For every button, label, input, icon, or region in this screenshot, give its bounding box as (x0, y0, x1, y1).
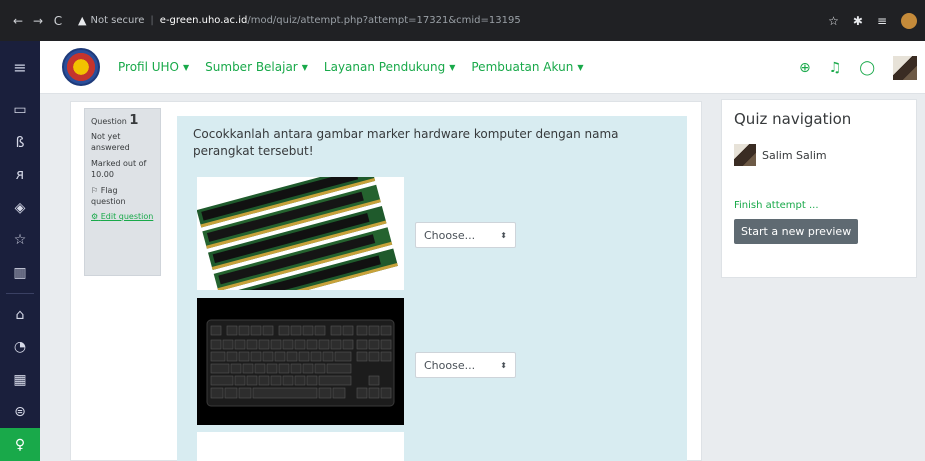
nav-drawer: ▭ ß ᴙ ◈ ☆ ▥ ⌂ ◔ ▦ ⊜ ♀ (0, 94, 40, 461)
question-prefix: Question (91, 117, 127, 126)
menu-label: Sumber Belajar (205, 60, 298, 74)
quiz-navigation-block: Quiz navigation Salim Salim Finish attem… (721, 99, 917, 278)
ram-image (197, 177, 404, 290)
user-avatar (734, 144, 756, 166)
answer-select-2[interactable]: Choose... ⬍ (415, 352, 516, 378)
question-info: Question 1 Not yet answered Marked out o… (84, 108, 161, 276)
not-secure-label: Not secure (90, 15, 145, 26)
menu-label: Layanan Pendukung (323, 60, 446, 74)
ram-sticks-drawing (197, 177, 404, 290)
menu-label: Pembuatan Akun (471, 60, 574, 74)
user-name: Salim Salim (762, 148, 827, 162)
select-arrows-icon: ⬍ (500, 230, 507, 240)
extensions-icon[interactable]: ✱ (853, 14, 863, 28)
flag-icon: ⚐ (91, 186, 99, 195)
select-value: Choose... (424, 358, 476, 372)
reading-list-icon[interactable]: ≡ (877, 14, 887, 28)
flag-question-link[interactable]: ⚐ Flag question (91, 185, 154, 207)
question-text: Cocokkanlah antara gambar marker hardwar… (193, 127, 619, 158)
browser-toolbar: ← → C ▲ Not secure | e-green.uho.ac.id /… (0, 0, 925, 41)
third-image (197, 432, 404, 461)
dashboard-icon[interactable]: ◔ (0, 331, 40, 364)
primary-menu: Profil UHO ▼ Sumber Belajar ▼ Layanan Pe… (118, 60, 583, 74)
notifications-bell-icon[interactable]: ♫ (829, 60, 842, 76)
url-path[interactable]: /mod/quiz/attempt.php?attempt=17321&cmid… (247, 15, 520, 26)
warning-icon: ▲ (78, 14, 87, 27)
folder-icon[interactable]: ▭ (0, 94, 40, 127)
participants-icon[interactable]: ß (0, 127, 40, 160)
sidebar-divider (6, 293, 34, 295)
bookmark-star-icon[interactable]: ☆ (828, 14, 839, 28)
current-course-icon[interactable]: ♀ (0, 428, 40, 461)
keyboard-drawing (197, 298, 404, 425)
question-grade: Marked out of 10.00 (91, 159, 147, 179)
grades-star-icon[interactable]: ☆ (0, 224, 40, 257)
home-icon[interactable]: ⌂ (0, 298, 40, 331)
question-number-value: 1 (129, 113, 139, 128)
url-host[interactable]: e-green.uho.ac.id (160, 15, 248, 26)
gear-icon: ⚙ (91, 212, 99, 221)
course-book-icon[interactable]: ▥ (0, 257, 40, 290)
start-new-preview-button[interactable]: Start a new preview (734, 219, 859, 244)
url-separator: | (150, 15, 154, 26)
caret-down-icon: ▼ (577, 62, 584, 72)
question-number: Question 1 (91, 113, 154, 128)
question-status: Not yet answered (91, 132, 130, 152)
badges-icon[interactable]: ᴙ (0, 159, 40, 192)
select-value: Choose... (424, 228, 476, 242)
quiz-user: Salim Salim (734, 144, 904, 166)
browser-right-icons: ☆ ✱ ≡ (828, 0, 917, 41)
back-icon[interactable]: ← (8, 14, 28, 28)
menu-layanan-pendukung[interactable]: Layanan Pendukung ▼ (324, 60, 455, 74)
drawer-toggle-icon[interactable]: ≡ (0, 40, 40, 94)
edit-question-link[interactable]: ⚙ Edit question (91, 211, 154, 222)
menu-label: Profil UHO (118, 60, 179, 74)
answer-select-1[interactable]: Choose... ⬍ (415, 222, 516, 248)
edit-question-label: Edit question (100, 212, 154, 221)
my-courses-icon[interactable]: ⊜ (0, 396, 40, 429)
competencies-icon[interactable]: ◈ (0, 192, 40, 225)
language-globe-icon[interactable]: ⊕ (799, 60, 811, 76)
finish-attempt-link[interactable]: Finish attempt ... (734, 200, 904, 211)
menu-profil-uho[interactable]: Profil UHO ▼ (118, 60, 189, 74)
caret-down-icon: ▼ (449, 62, 456, 72)
calendar-icon[interactable]: ▦ (0, 363, 40, 396)
browser-profile-icon[interactable] (901, 12, 917, 29)
reload-icon[interactable]: C (48, 14, 68, 28)
caret-down-icon: ▼ (301, 62, 308, 72)
quiz-navigation-title: Quiz navigation (734, 110, 852, 128)
keyboard-image (197, 298, 404, 425)
menu-pembuatan-akun[interactable]: Pembuatan Akun ▼ (471, 60, 583, 74)
messages-chat-icon[interactable]: ◯ (859, 60, 875, 76)
site-navbar: ≡ Profil UHO ▼ Sumber Belajar ▼ Layanan … (0, 40, 925, 94)
select-arrows-icon: ⬍ (500, 360, 507, 370)
user-menu-avatar[interactable] (893, 55, 917, 80)
caret-down-icon: ▼ (183, 62, 190, 72)
uho-logo[interactable] (62, 48, 100, 86)
menu-sumber-belajar[interactable]: Sumber Belajar ▼ (205, 60, 308, 74)
forward-icon[interactable]: → (28, 14, 48, 28)
navbar-icons: ⊕ ♫ ◯ (799, 41, 917, 94)
